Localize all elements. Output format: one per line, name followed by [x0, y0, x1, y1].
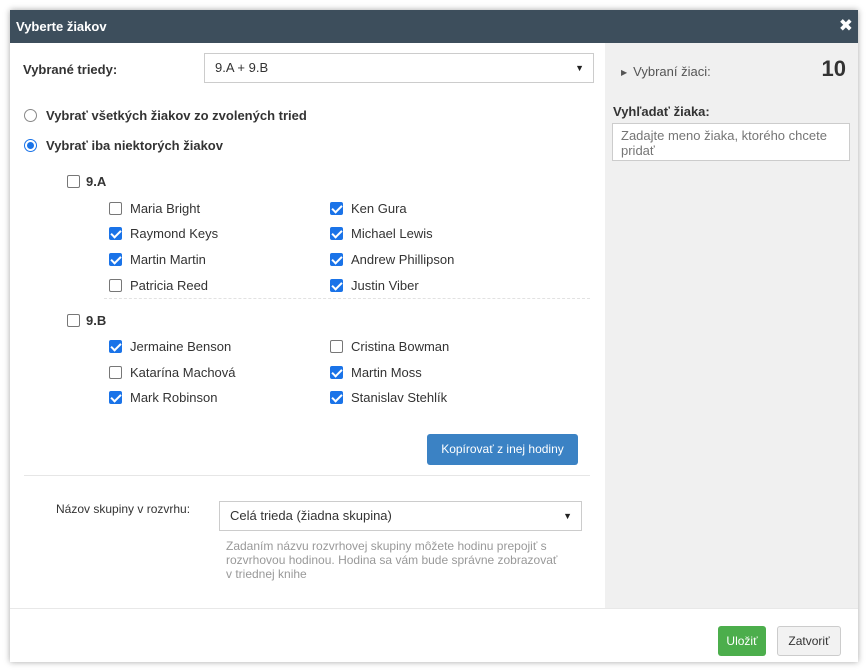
dialog-titlebar: Vyberte žiakov ✖	[10, 10, 858, 43]
save-button[interactable]: Uložiť	[718, 626, 766, 656]
class-9a-header[interactable]: 9.A	[67, 174, 106, 189]
class-9b-label: 9.B	[86, 313, 107, 328]
student-name: Stanislav Stehlík	[351, 390, 448, 405]
student-name: Andrew Phillipson	[351, 252, 455, 267]
student-checkbox[interactable]	[330, 391, 343, 404]
student-checkbox[interactable]	[330, 202, 343, 215]
class-9a-label: 9.A	[86, 174, 107, 189]
selected-students-label: Vybraní žiaci:	[633, 64, 711, 79]
student-item[interactable]: Raymond Keys	[109, 226, 218, 241]
class-9b-header[interactable]: 9.B	[67, 313, 106, 328]
student-item[interactable]: Maria Bright	[109, 201, 200, 216]
student-checkbox[interactable]	[109, 366, 122, 379]
student-name: Michael Lewis	[351, 226, 433, 241]
student-name: Cristina Bowman	[351, 339, 450, 354]
close-icon[interactable]: ✖	[839, 16, 853, 36]
student-checkbox[interactable]	[330, 227, 343, 240]
selected-count: 10	[821, 56, 846, 81]
selected-students-panel: ▶ Vybraní žiaci: 10 Vyhľadať žiaka:	[605, 43, 858, 608]
student-item[interactable]: Martin Martin	[109, 252, 206, 267]
dialog-title: Vyberte žiakov	[16, 19, 107, 34]
group-select-value: Celá trieda (žiadna skupina)	[230, 508, 392, 523]
student-name: Martin Moss	[351, 365, 422, 380]
student-checkbox[interactable]	[330, 366, 343, 379]
section-divider	[24, 475, 590, 476]
student-item[interactable]: Stanislav Stehlík	[330, 390, 447, 405]
group-select[interactable]: Celá trieda (žiadna skupina) ▼	[219, 501, 582, 531]
class-9a-checkbox[interactable]	[67, 175, 80, 188]
student-name: Mark Robinson	[130, 390, 218, 405]
student-checkbox[interactable]	[109, 391, 122, 404]
close-button[interactable]: Zatvoriť	[777, 626, 841, 656]
group-help-text: Zadaním názvu rozvrhovej skupiny môžete …	[226, 539, 558, 581]
class-9b-checkbox[interactable]	[67, 314, 80, 327]
radio-some-label: Vybrať iba niektorých žiakov	[46, 138, 223, 153]
chevron-down-icon: ▼	[575, 63, 584, 73]
student-name: Maria Bright	[130, 201, 201, 216]
student-item[interactable]: Patricia Reed	[109, 278, 208, 293]
radio-all-students[interactable]: Vybrať všetkých žiakov zo zvolených trie…	[24, 108, 307, 123]
student-item[interactable]: Ken Gura	[330, 201, 407, 216]
select-students-dialog: Vyberte žiakov ✖ Vybrané triedy: 9.A + 9…	[10, 10, 858, 662]
radio-some-indicator[interactable]	[24, 139, 37, 152]
chevron-down-icon: ▼	[563, 511, 572, 521]
student-checkbox[interactable]	[109, 340, 122, 353]
student-item[interactable]: Jermaine Benson	[109, 339, 231, 354]
radio-all-indicator[interactable]	[24, 109, 37, 122]
student-name: Jermaine Benson	[130, 339, 232, 354]
student-checkbox[interactable]	[330, 253, 343, 266]
student-item[interactable]: Katarína Machová	[109, 365, 236, 380]
copy-from-lesson-button[interactable]: Kopírovať z inej hodiny	[427, 434, 578, 465]
classes-label: Vybrané triedy:	[23, 62, 118, 77]
student-checkbox[interactable]	[109, 279, 122, 292]
caret-right-icon: ▶	[621, 68, 628, 77]
student-checkbox[interactable]	[330, 279, 343, 292]
footer-divider	[10, 608, 858, 609]
search-student-input[interactable]	[612, 123, 850, 161]
student-item[interactable]: Martin Moss	[330, 365, 422, 380]
student-name: Raymond Keys	[130, 226, 219, 241]
student-name: Martin Martin	[130, 252, 206, 267]
classes-select-value: 9.A + 9.B	[215, 60, 269, 75]
student-name: Ken Gura	[351, 201, 407, 216]
student-name: Justin Viber	[351, 278, 419, 293]
student-item[interactable]: Mark Robinson	[109, 390, 217, 405]
student-checkbox[interactable]	[109, 227, 122, 240]
radio-all-label: Vybrať všetkých žiakov zo zvolených trie…	[46, 108, 307, 123]
student-checkbox[interactable]	[109, 253, 122, 266]
group-label: Názov skupiny v rozvrhu:	[56, 502, 191, 516]
student-item[interactable]: Justin Viber	[330, 278, 419, 293]
class-divider	[104, 298, 590, 299]
student-name: Patricia Reed	[130, 278, 209, 293]
student-checkbox[interactable]	[330, 340, 343, 353]
student-item[interactable]: Cristina Bowman	[330, 339, 449, 354]
student-name: Katarína Machová	[130, 365, 236, 380]
student-item[interactable]: Michael Lewis	[330, 226, 433, 241]
search-student-label: Vyhľadať žiaka:	[613, 104, 710, 119]
selected-students-toggle[interactable]: ▶ Vybraní žiaci:	[621, 64, 711, 79]
classes-select[interactable]: 9.A + 9.B ▼	[204, 53, 594, 83]
radio-some-students[interactable]: Vybrať iba niektorých žiakov	[24, 138, 223, 153]
student-checkbox[interactable]	[109, 202, 122, 215]
student-item[interactable]: Andrew Phillipson	[330, 252, 454, 267]
